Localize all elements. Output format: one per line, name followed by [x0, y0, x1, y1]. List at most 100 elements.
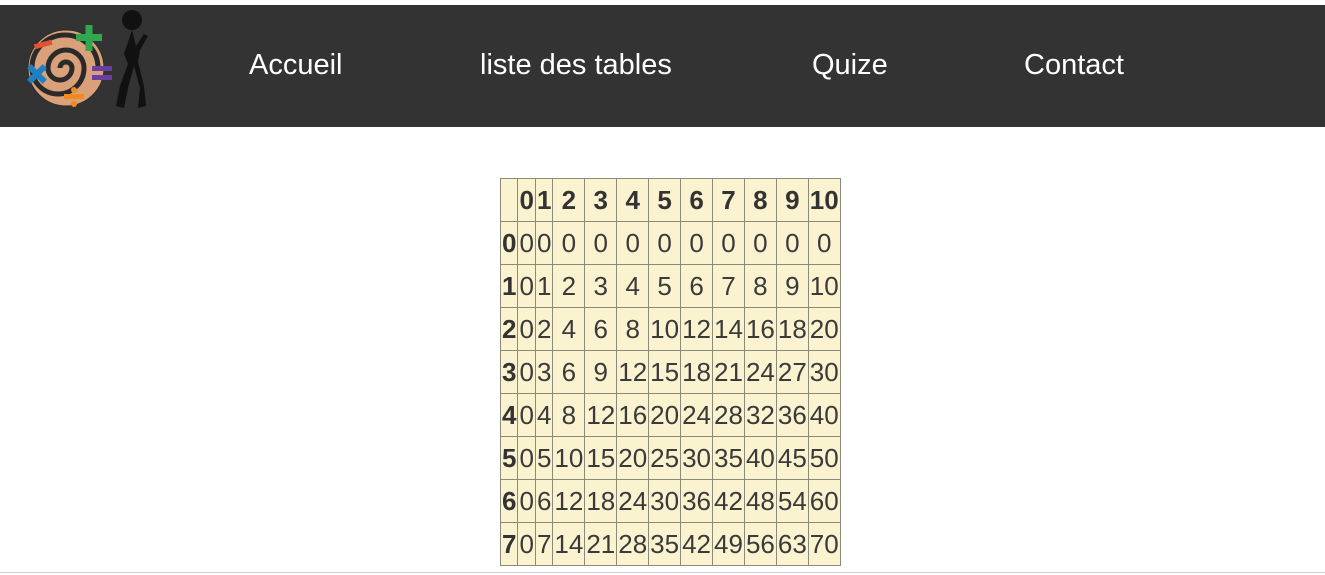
table-cell: 56 — [743, 522, 777, 566]
row-header: 4 — [500, 393, 519, 437]
table-cell: 16 — [616, 393, 650, 437]
table-cell: 4 — [552, 307, 586, 351]
table-cell: 70 — [807, 522, 841, 566]
table-cell: 24 — [743, 350, 777, 394]
column-header: 2 — [552, 178, 586, 222]
table-cell: 12 — [680, 307, 714, 351]
table-cell: 0 — [517, 522, 536, 566]
table-cell: 25 — [648, 436, 682, 480]
column-header: 10 — [807, 178, 841, 222]
row-header: 3 — [500, 350, 519, 394]
table-cell: 8 — [616, 307, 650, 351]
row-header: 0 — [500, 221, 519, 265]
table-cell: 0 — [534, 221, 554, 265]
table-cell: 20 — [616, 436, 650, 480]
table-cell: 8 — [552, 393, 586, 437]
table-cell: 30 — [680, 436, 714, 480]
table-cell: 27 — [775, 350, 809, 394]
table-cell: 15 — [648, 350, 682, 394]
table-cell: 6 — [584, 307, 618, 351]
column-header: 3 — [584, 178, 618, 222]
table-cell: 5 — [534, 436, 554, 480]
table-cell: 49 — [712, 522, 745, 566]
table-cell: 0 — [517, 350, 536, 394]
table-cell: 0 — [807, 221, 841, 265]
row-header: 5 — [500, 436, 519, 480]
table-cell: 14 — [552, 522, 586, 566]
table-cell: 42 — [712, 479, 745, 523]
table-cell: 4 — [534, 393, 554, 437]
column-header: 7 — [712, 178, 745, 222]
table-cell: 35 — [712, 436, 745, 480]
table-cell: 0 — [517, 479, 536, 523]
table-cell: 35 — [648, 522, 682, 566]
table-cell: 0 — [517, 393, 536, 437]
table-cell: 36 — [680, 479, 714, 523]
table-cell: 9 — [775, 264, 809, 308]
table-row: 1 0 1 2 3 4 5 6 7 8 9 10 — [500, 264, 841, 308]
multiplication-table: 0 1 2 3 4 5 6 7 8 9 10 0 0 0 0 0 0 0 0 0 0 0 0 1 0 1 2 3 4 5 6 7 8 9 10 2 0… — [500, 178, 841, 566]
column-header: 9 — [775, 178, 809, 222]
table-cell: 40 — [807, 393, 841, 437]
nav-link-liste-des-tables[interactable]: liste des tables — [480, 47, 672, 83]
table-cell: 28 — [616, 522, 650, 566]
table-cell: 40 — [743, 436, 777, 480]
table-cell: 21 — [712, 350, 745, 394]
table-cell: 24 — [680, 393, 714, 437]
table-cell: 6 — [552, 350, 586, 394]
column-header: 1 — [534, 178, 554, 222]
table-row: 6 0 6 12 18 24 30 36 42 48 54 60 — [500, 479, 841, 523]
table-cell: 60 — [807, 479, 841, 523]
table-header-row: 0 1 2 3 4 5 6 7 8 9 10 — [500, 178, 841, 222]
nav-link-quize[interactable]: Quize — [812, 47, 888, 83]
table-cell: 9 — [584, 350, 618, 394]
table-cell: 2 — [534, 307, 554, 351]
row-header: 7 — [500, 522, 519, 566]
table-cell: 10 — [552, 436, 586, 480]
nav-link-accueil[interactable]: Accueil — [249, 47, 343, 83]
column-header: 4 — [616, 178, 650, 222]
column-header: 0 — [517, 178, 536, 222]
table-row: 7 0 7 14 21 28 35 42 49 56 63 70 — [500, 522, 841, 566]
table-cell: 24 — [616, 479, 650, 523]
table-cell: 12 — [552, 479, 586, 523]
table-cell: 18 — [775, 307, 809, 351]
table-cell: 3 — [534, 350, 554, 394]
column-header: 8 — [743, 178, 777, 222]
table-cell: 63 — [775, 522, 809, 566]
table-cell: 10 — [648, 307, 682, 351]
table-cell: 15 — [584, 436, 618, 480]
table-cell: 6 — [534, 479, 554, 523]
table-row: 3 0 3 6 9 12 15 18 21 24 27 30 — [500, 350, 841, 394]
table-cell: 45 — [775, 436, 809, 480]
table-cell: 0 — [517, 307, 536, 351]
table-cell: 0 — [775, 221, 809, 265]
column-header — [500, 178, 519, 222]
table-cell: 20 — [807, 307, 841, 351]
table-cell: 50 — [807, 436, 841, 480]
table-cell: 0 — [743, 221, 777, 265]
table-cell: 1 — [534, 264, 554, 308]
table-cell: 10 — [807, 264, 841, 308]
nav-link-contact[interactable]: Contact — [1024, 47, 1124, 83]
row-header: 1 — [500, 264, 519, 308]
table-cell: 0 — [648, 221, 682, 265]
table-cell: 28 — [712, 393, 745, 437]
row-header: 6 — [500, 479, 519, 523]
column-header: 6 — [680, 178, 714, 222]
column-header: 5 — [648, 178, 682, 222]
table-cell: 2 — [552, 264, 586, 308]
table-cell: 0 — [517, 436, 536, 480]
row-header: 2 — [500, 307, 519, 351]
table-cell: 54 — [775, 479, 809, 523]
table-cell: 42 — [680, 522, 714, 566]
table-cell: 36 — [775, 393, 809, 437]
table-cell: 3 — [584, 264, 618, 308]
table-cell: 12 — [616, 350, 650, 394]
table-cell: 0 — [552, 221, 586, 265]
table-cell: 0 — [517, 264, 536, 308]
top-navbar: Accueil liste des tables Quize Contact — [0, 5, 1325, 127]
table-cell: 5 — [648, 264, 682, 308]
math-logo[interactable] — [20, 6, 150, 112]
table-cell: 7 — [534, 522, 554, 566]
